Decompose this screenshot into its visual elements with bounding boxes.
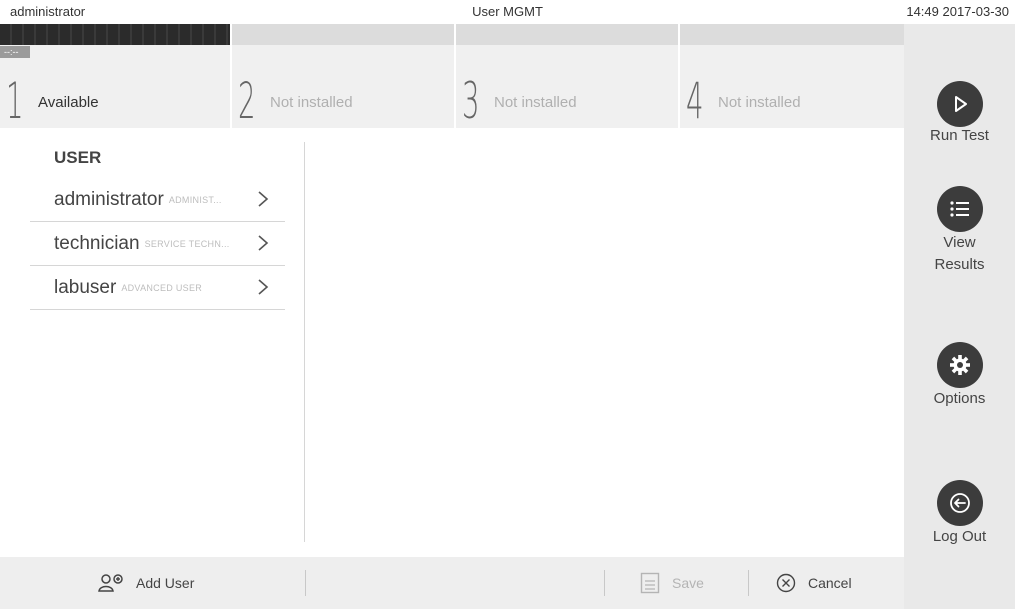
- module-status: Not installed: [270, 94, 353, 111]
- panel-divider: [304, 142, 305, 542]
- module-progress-strip: [232, 24, 454, 45]
- add-user-label: Add User: [136, 575, 195, 591]
- module-time-badge: --:--: [0, 46, 30, 58]
- module-tab-3[interactable]: 3 Not installed: [456, 24, 678, 128]
- view-results-label-2: Results: [934, 256, 985, 273]
- save-button[interactable]: Save: [640, 557, 704, 609]
- user-row-labuser[interactable]: labuser ADVANCED USER: [30, 266, 285, 310]
- module-status: Not installed: [494, 94, 577, 111]
- save-icon: [640, 572, 660, 594]
- user-list-title: USER: [54, 148, 102, 167]
- user-role: SERVICE TECHN...: [144, 238, 230, 249]
- clock-label: 14:49 2017-03-30: [906, 4, 1009, 19]
- gear-icon: [936, 342, 983, 388]
- module-number: 4: [686, 72, 704, 130]
- module-tab-1[interactable]: --:-- 1 Available: [0, 24, 230, 128]
- toolbar-divider: [604, 570, 605, 596]
- cancel-button[interactable]: Cancel: [776, 557, 852, 609]
- module-number: 2: [238, 72, 256, 130]
- options-label: Options: [933, 390, 986, 407]
- module-status: Not installed: [718, 94, 801, 111]
- user-role: ADVANCED USER: [121, 282, 203, 293]
- top-status-bar: administrator User MGMT 14:49 2017-03-30: [0, 0, 1015, 24]
- toolbar-divider: [748, 570, 749, 596]
- main-content: USER administrator ADMINIST... technicia…: [0, 128, 904, 557]
- view-results-label-1: View: [943, 234, 976, 251]
- user-name: administrator: [54, 188, 164, 210]
- chevron-right-icon: [257, 190, 269, 213]
- user-name: labuser: [54, 276, 117, 298]
- chevron-right-icon: [257, 278, 269, 301]
- module-tab-2[interactable]: 2 Not installed: [232, 24, 454, 128]
- view-results-button[interactable]: View Results: [904, 186, 1015, 276]
- add-user-button[interactable]: Add User: [98, 557, 194, 609]
- module-tabs: --:-- 1 Available 2 Not installed 3 Not …: [0, 24, 904, 128]
- user-list-panel: USER administrator ADMINIST... technicia…: [30, 148, 285, 310]
- module-number: 1: [6, 72, 24, 130]
- module-progress-strip: [456, 24, 678, 45]
- options-button[interactable]: Options: [904, 342, 1015, 410]
- run-test-label: Run Test: [930, 127, 989, 144]
- add-user-icon: [98, 573, 124, 593]
- module-progress-strip: [0, 24, 230, 45]
- module-tab-4[interactable]: 4 Not installed: [680, 24, 904, 128]
- module-status: Available: [38, 94, 99, 111]
- logout-arrow-icon: [936, 480, 983, 526]
- user-name: technician: [54, 232, 140, 254]
- user-row-administrator[interactable]: administrator ADMINIST...: [30, 178, 285, 222]
- chevron-right-icon: [257, 234, 269, 257]
- cancel-x-icon: [776, 573, 796, 593]
- module-progress-strip: [680, 24, 904, 45]
- user-row-technician[interactable]: technician SERVICE TECHN...: [30, 222, 285, 266]
- main-sidebar: Run Test View Results Options Log Out: [904, 24, 1015, 609]
- run-test-button[interactable]: Run Test: [904, 81, 1015, 147]
- bottom-toolbar: Add User Save Cancel: [0, 557, 904, 609]
- list-icon: [936, 186, 983, 232]
- toolbar-divider: [305, 570, 306, 596]
- user-role: ADMINIST...: [168, 194, 222, 205]
- screen-title: User MGMT: [472, 4, 543, 19]
- log-out-button[interactable]: Log Out: [904, 480, 1015, 548]
- log-out-label: Log Out: [932, 528, 987, 545]
- save-label: Save: [672, 575, 704, 591]
- cancel-label: Cancel: [808, 575, 852, 591]
- module-number: 3: [462, 72, 480, 130]
- play-icon: [936, 81, 983, 127]
